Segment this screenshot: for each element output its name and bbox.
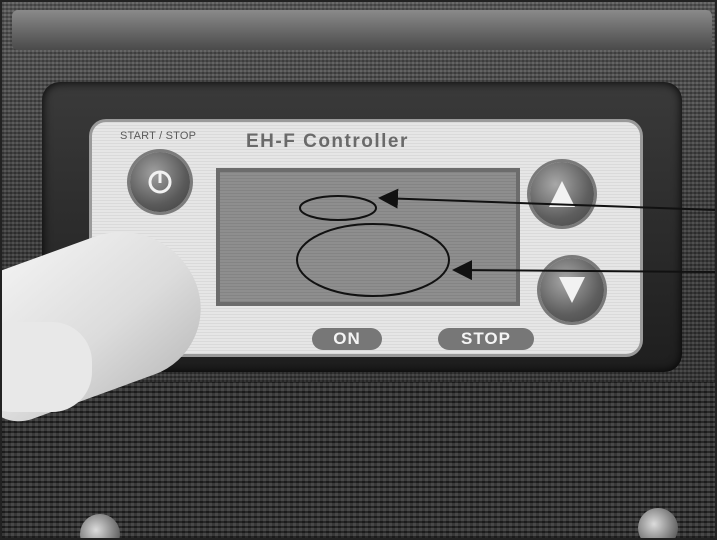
annotation-ellipse-small (299, 195, 377, 221)
controller-photo: START / STOP EH-F Controller ON STOP (0, 0, 717, 540)
annotation-ellipse-large (296, 223, 450, 297)
annotation-overlay (296, 188, 715, 297)
annotation-arrow-1 (378, 188, 715, 211)
annotation-arrow-2 (452, 260, 715, 281)
